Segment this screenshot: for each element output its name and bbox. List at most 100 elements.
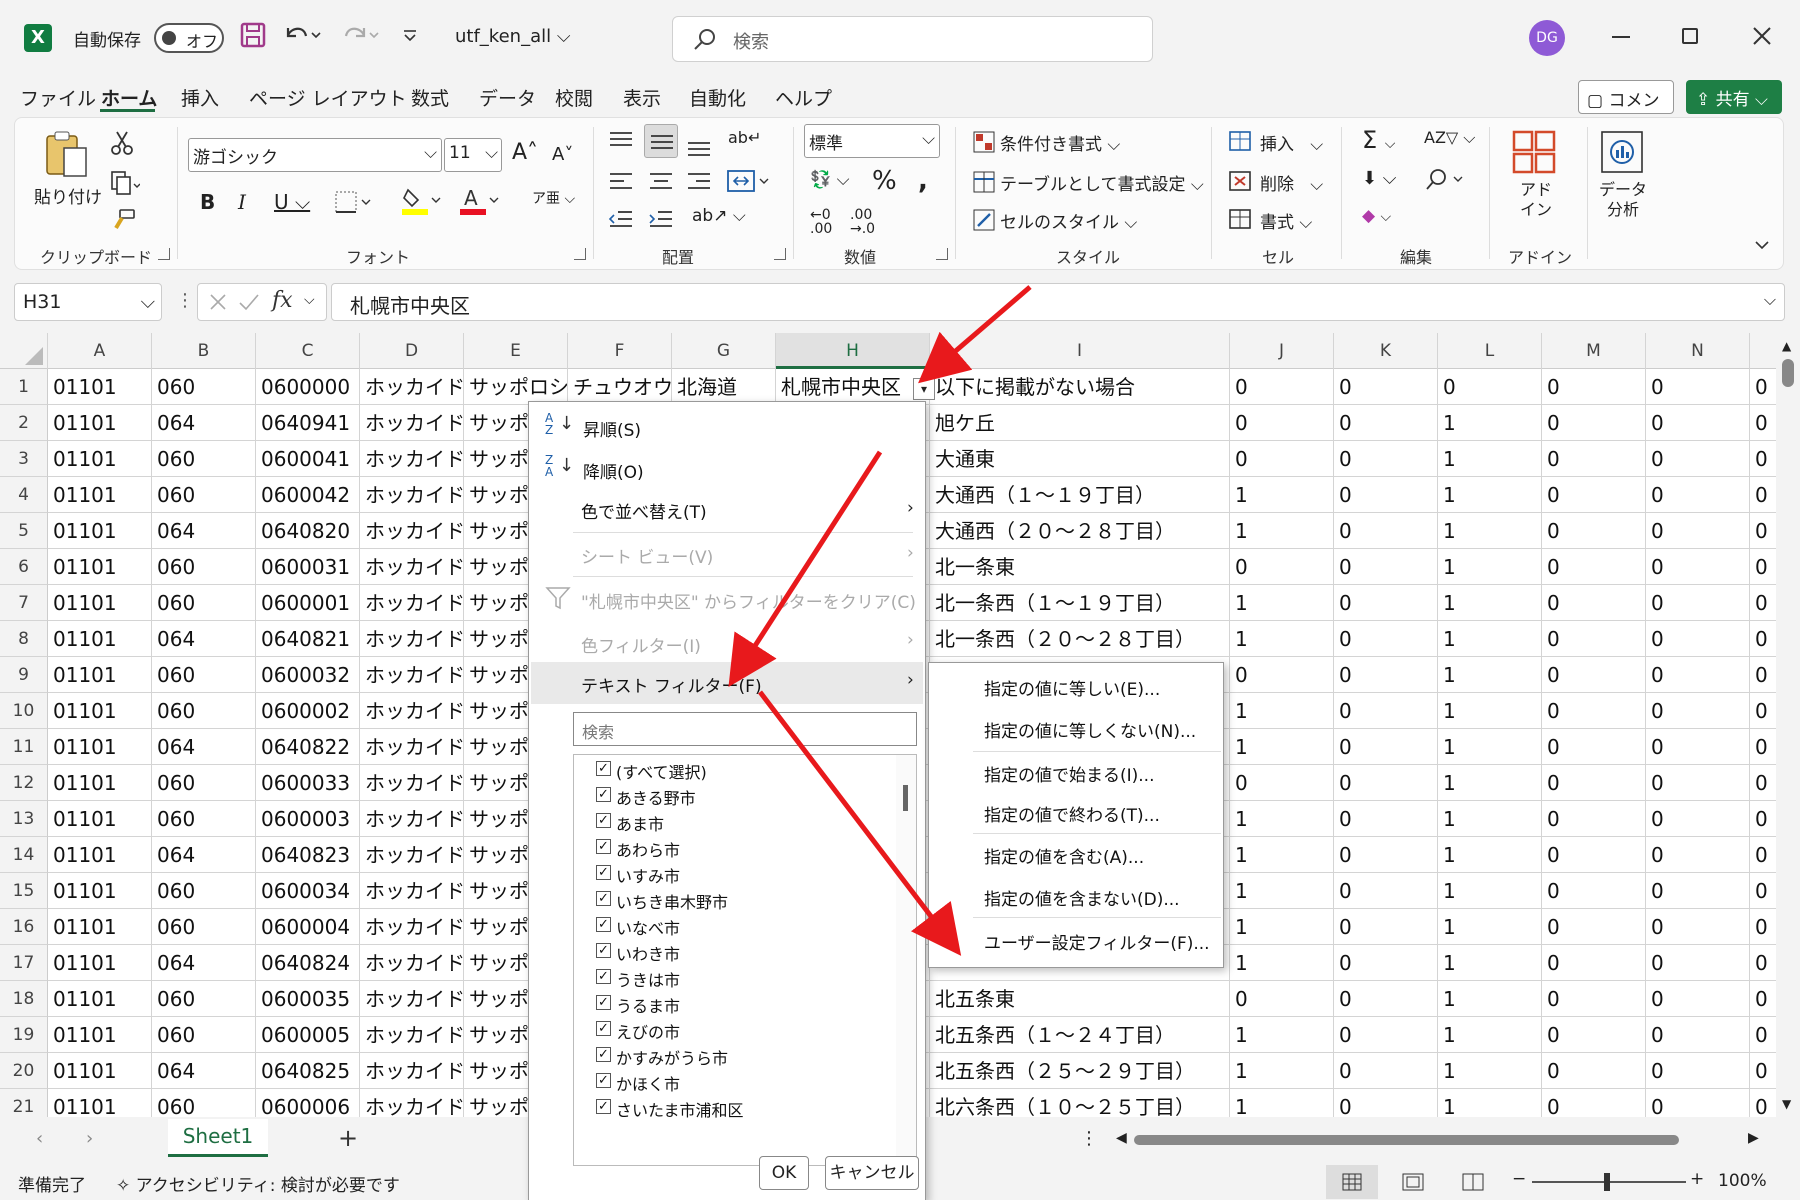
cell[interactable]: 0 <box>1750 837 1776 873</box>
cell[interactable]: 0600004 <box>256 909 360 945</box>
vertical-scroll-thumb[interactable] <box>1782 359 1794 387</box>
cell[interactable]: 0 <box>1542 477 1646 513</box>
cell[interactable]: 0 <box>1230 765 1334 801</box>
cell[interactable]: 0 <box>1750 693 1776 729</box>
text-filter-option[interactable]: ユーザー設定フィルター(F)... <box>984 929 1210 954</box>
filter-value-item[interactable]: ✓ うきは市 <box>596 967 680 991</box>
cell[interactable]: 1 <box>1438 513 1542 549</box>
row-header[interactable]: 7 <box>0 585 48 621</box>
cell[interactable]: 064 <box>152 945 256 981</box>
cell[interactable]: 0 <box>1542 405 1646 441</box>
zoom-slider-thumb[interactable] <box>1604 1173 1610 1191</box>
row-header[interactable]: 5 <box>0 513 48 549</box>
cell[interactable]: 0 <box>1542 657 1646 693</box>
cell[interactable]: 0 <box>1542 765 1646 801</box>
cell[interactable]: 1 <box>1438 477 1542 513</box>
cell[interactable]: 01101 <box>48 585 152 621</box>
cell[interactable]: 0640941 <box>256 405 360 441</box>
percent-icon[interactable]: % <box>872 166 897 196</box>
cell[interactable]: 0 <box>1542 549 1646 585</box>
cell[interactable]: 060 <box>152 1017 256 1053</box>
share-button[interactable]: ⇪ 共有 ⌵ <box>1686 80 1782 114</box>
format-as-table-icon[interactable] <box>972 170 996 194</box>
row-header[interactable]: 11 <box>0 729 48 765</box>
cell[interactable]: ホッカイド <box>360 513 464 549</box>
cell[interactable]: 0 <box>1646 945 1750 981</box>
cell[interactable]: 1 <box>1230 1053 1334 1089</box>
cell[interactable]: 0600000 <box>256 369 360 405</box>
tab-insert[interactable]: 挿入 <box>181 84 219 111</box>
filter-value-item[interactable]: ✓ かほく市 <box>596 1071 680 1095</box>
phonetic-icon[interactable]: ア亜 ⌵ <box>532 188 575 208</box>
cell[interactable]: 01101 <box>48 657 152 693</box>
collapse-ribbon-icon[interactable] <box>1754 240 1770 250</box>
cell[interactable]: 1 <box>1438 909 1542 945</box>
cell[interactable]: 01101 <box>48 873 152 909</box>
cell[interactable]: 0 <box>1230 657 1334 693</box>
name-box[interactable]: H31 ⌵ <box>14 283 162 321</box>
cell[interactable]: 1 <box>1230 513 1334 549</box>
checkbox-checked-icon[interactable]: ✓ <box>596 865 611 880</box>
column-header-l[interactable]: L <box>1438 333 1542 369</box>
column-header-i[interactable]: I <box>930 333 1230 369</box>
decrease-decimal-icon[interactable]: .00 →.0 <box>850 208 875 236</box>
scroll-up-icon[interactable]: ▲ <box>1782 339 1791 353</box>
cell[interactable]: 0 <box>1646 873 1750 909</box>
tabs-menu-icon[interactable]: ⋮ <box>1080 1128 1098 1149</box>
cell[interactable]: 0 <box>1646 909 1750 945</box>
prev-sheet-icon[interactable]: ‹ <box>36 1128 43 1149</box>
cell[interactable]: ホッカイド <box>360 981 464 1017</box>
column-header-m[interactable]: M <box>1542 333 1646 369</box>
checkbox-checked-icon[interactable]: ✓ <box>596 943 611 958</box>
cell[interactable]: 01101 <box>48 909 152 945</box>
cell[interactable]: 0 <box>1542 1089 1646 1117</box>
column-header-e[interactable]: E <box>464 333 568 369</box>
checkbox-checked-icon[interactable]: ✓ <box>596 761 611 776</box>
cell[interactable]: 0 <box>1542 909 1646 945</box>
cell[interactable]: 060 <box>152 981 256 1017</box>
data-analysis-icon[interactable] <box>1600 130 1644 174</box>
column-header-f[interactable]: F <box>568 333 672 369</box>
cell[interactable]: 0 <box>1334 441 1438 477</box>
save-icon[interactable] <box>240 22 266 48</box>
merge-center-icon[interactable] <box>726 168 772 194</box>
cell[interactable]: 1 <box>1230 945 1334 981</box>
cell[interactable]: 0600041 <box>256 441 360 477</box>
cell[interactable]: 北一条西（２０～２８丁目） <box>930 621 1230 657</box>
cell[interactable]: 0 <box>1646 477 1750 513</box>
row-header[interactable]: 8 <box>0 621 48 657</box>
cell[interactable]: 0 <box>1334 585 1438 621</box>
cell[interactable]: 0 <box>1542 693 1646 729</box>
cell[interactable]: 01101 <box>48 477 152 513</box>
cell[interactable]: 064 <box>152 621 256 657</box>
filter-value-item[interactable]: ✓ (すべて選択) <box>596 759 707 783</box>
cell[interactable]: 064 <box>152 513 256 549</box>
cell[interactable]: ホッカイド <box>360 657 464 693</box>
cell[interactable]: 大通西（２０～２８丁目） <box>930 513 1230 549</box>
text-filter-option[interactable]: 指定の値で終わる(T)... <box>984 801 1160 826</box>
row-header[interactable]: 19 <box>0 1017 48 1053</box>
cell[interactable]: 01101 <box>48 405 152 441</box>
cell[interactable]: 0 <box>1334 981 1438 1017</box>
cell[interactable]: 060 <box>152 1089 256 1117</box>
cell[interactable]: 01101 <box>48 1017 152 1053</box>
cell[interactable]: 0 <box>1646 441 1750 477</box>
column-header-k[interactable]: K <box>1334 333 1438 369</box>
increase-font-icon[interactable]: A˄ <box>512 140 538 165</box>
text-filter-option[interactable]: 指定の値に等しくない(N)... <box>984 717 1196 742</box>
cell[interactable]: 1 <box>1230 693 1334 729</box>
cell[interactable]: 060 <box>152 369 256 405</box>
filename[interactable]: utf_ken_all ⌵ <box>455 26 570 47</box>
row-header[interactable]: 9 <box>0 657 48 693</box>
cell[interactable]: 0 <box>1750 765 1776 801</box>
cell[interactable]: ホッカイド <box>360 693 464 729</box>
cell[interactable]: 01101 <box>48 765 152 801</box>
checkbox-checked-icon[interactable]: ✓ <box>596 969 611 984</box>
cell[interactable]: 0 <box>1230 405 1334 441</box>
cell[interactable]: ホッカイド <box>360 729 464 765</box>
cell[interactable]: ホッカイド <box>360 441 464 477</box>
cell[interactable]: 以下に掲載がない場合 <box>930 369 1230 405</box>
row-header[interactable]: 6 <box>0 549 48 585</box>
cell[interactable]: ホッカイド <box>360 405 464 441</box>
format-as-table-button[interactable]: テーブルとして書式設定 ⌵ <box>1000 170 1204 195</box>
